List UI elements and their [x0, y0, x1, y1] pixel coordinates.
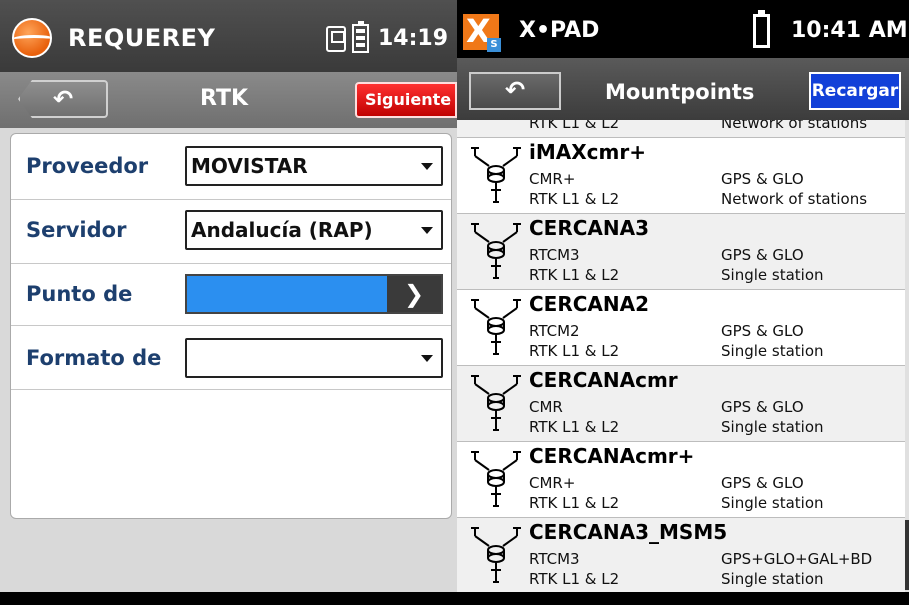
- proveedor-value: MOVISTAR: [191, 154, 308, 178]
- scrollbar[interactable]: [905, 120, 909, 592]
- antenna-icon: [471, 147, 521, 203]
- xpad-app: X•PAD 10:41 AM ↶ Mountpoints Recargar RT…: [457, 0, 909, 605]
- battery-icon: [753, 10, 770, 48]
- chevron-down-icon: [421, 227, 433, 234]
- mountpoint-type: Single station: [721, 570, 824, 588]
- rtk-form: Proveedor MOVISTAR Servidor Andalucía (R…: [10, 133, 452, 519]
- mountpoint-carrier: RTK L1 & L2: [529, 342, 620, 360]
- mountpoint-carrier: RTK L1 & L2: [529, 266, 620, 284]
- mountpoint-type: Single station: [721, 418, 824, 436]
- device-icon: [326, 26, 346, 52]
- list-item[interactable]: CERCANA3 RTCM3 GPS & GLO RTK L1 & L2 Single …: [457, 214, 905, 290]
- app-logo-icon: [12, 18, 52, 58]
- list-item[interactable]: RTK L1 & L2 Network of stations: [457, 120, 905, 138]
- page-title: RTK: [200, 86, 249, 111]
- mountpoint-type: Network of stations: [721, 190, 868, 208]
- form-row-punto: Punto de ❯: [11, 264, 451, 326]
- requerey-app: REQUEREY 14:19 ↶ RTK Siguiente Proveedor…: [0, 0, 457, 605]
- list-item[interactable]: CERCANA3_MSM5 RTCM3 GPS+GLO+GAL+BD RTK L1 &…: [457, 518, 905, 592]
- reload-button[interactable]: Recargar: [809, 72, 901, 110]
- form-row-servidor: Servidor Andalucía (RAP): [11, 200, 451, 264]
- mountpoint-name: iMAXcmr+: [529, 140, 646, 164]
- antenna-icon: [471, 527, 521, 583]
- mountpoint-list[interactable]: RTK L1 & L2 Network of stations iMAXcmr+…: [457, 120, 905, 592]
- mountpoint-systems: GPS & GLO: [721, 170, 804, 188]
- app-logo-icon: [463, 12, 501, 52]
- servidor-value: Andalucía (RAP): [191, 218, 373, 242]
- mountpoint-carrier: RTK L1 & L2: [529, 494, 620, 512]
- list-item[interactable]: CERCANA2 RTCM2 GPS & GLO RTK L1 & L2 Single …: [457, 290, 905, 366]
- page-title: Mountpoints: [605, 80, 755, 104]
- mountpoint-name: CERCANA3: [529, 216, 650, 240]
- mountpoint-systems: GPS+GLO+GAL+BD: [721, 550, 873, 568]
- mountpoint-format: RTCM3: [529, 246, 580, 264]
- list-item[interactable]: CERCANAcmr CMR GPS & GLO RTK L1 & L2 Single …: [457, 366, 905, 442]
- punto-label: Punto de: [26, 282, 133, 306]
- list-item[interactable]: CERCANAcmr+ CMR+ GPS & GLO RTK L1 & L2 Singl…: [457, 442, 905, 518]
- servidor-select[interactable]: Andalucía (RAP): [185, 210, 443, 250]
- bottom-bar: [0, 592, 457, 605]
- proveedor-select[interactable]: MOVISTAR: [185, 146, 443, 186]
- status-bar: X•PAD 10:41 AM: [457, 0, 909, 58]
- mountpoint-carrier: RTK L1 & L2: [529, 120, 620, 132]
- app-title: REQUEREY: [68, 24, 216, 52]
- chevron-right-icon[interactable]: ❯: [387, 276, 441, 312]
- mountpoint-name: CERCANA3_MSM5: [529, 520, 728, 544]
- back-icon: ↶: [504, 76, 526, 104]
- scrollbar-thumb[interactable]: [905, 520, 909, 590]
- mountpoint-name: CERCANA2: [529, 292, 650, 316]
- antenna-icon: [471, 223, 521, 279]
- back-button[interactable]: ↶: [18, 80, 108, 118]
- form-row-proveedor: Proveedor MOVISTAR: [11, 134, 451, 200]
- antenna-icon: [471, 299, 521, 355]
- app-title: X•PAD: [519, 18, 600, 43]
- servidor-label: Servidor: [26, 218, 127, 242]
- mountpoint-format: CMR: [529, 398, 563, 416]
- formato-select[interactable]: [185, 338, 443, 378]
- mountpoint-type: Single station: [721, 494, 824, 512]
- proveedor-label: Proveedor: [26, 154, 149, 178]
- mountpoint-systems: GPS & GLO: [721, 398, 804, 416]
- chevron-down-icon: [421, 355, 433, 362]
- next-button[interactable]: Siguiente: [355, 82, 457, 118]
- clock: 14:19: [378, 26, 449, 51]
- form-row-formato: Formato de: [11, 326, 451, 390]
- list-item[interactable]: iMAXcmr+ CMR+ GPS & GLO RTK L1 & L2 Network …: [457, 138, 905, 214]
- mountpoint-type: Single station: [721, 342, 824, 360]
- back-icon: ↶: [52, 85, 74, 113]
- bottom-bar: [457, 592, 909, 605]
- formato-label: Formato de: [26, 346, 162, 370]
- mountpoint-format: RTCM2: [529, 322, 580, 340]
- battery-icon: [352, 21, 369, 53]
- mountpoint-name: CERCANAcmr+: [529, 444, 695, 468]
- mountpoint-format: RTCM3: [529, 550, 580, 568]
- mountpoint-carrier: RTK L1 & L2: [529, 190, 620, 208]
- mountpoint-format: CMR+: [529, 474, 576, 492]
- nav-bar: ↶ RTK Siguiente: [0, 72, 457, 128]
- mountpoint-systems: GPS & GLO: [721, 246, 804, 264]
- mountpoint-carrier: RTK L1 & L2: [529, 418, 620, 436]
- antenna-icon: [471, 451, 521, 507]
- mountpoint-name: CERCANAcmr: [529, 368, 678, 392]
- nav-bar: ↶ Mountpoints Recargar: [457, 58, 909, 120]
- chevron-down-icon: [421, 163, 433, 170]
- antenna-icon: [471, 375, 521, 431]
- status-bar: REQUEREY 14:19: [0, 0, 457, 72]
- back-button[interactable]: ↶: [469, 72, 561, 110]
- mountpoint-type: Single station: [721, 266, 824, 284]
- mountpoint-format: CMR+: [529, 170, 576, 188]
- mountpoint-carrier: RTK L1 & L2: [529, 570, 620, 588]
- clock: 10:41 AM: [791, 18, 908, 43]
- punto-selector[interactable]: ❯: [185, 274, 443, 314]
- mountpoint-systems: GPS & GLO: [721, 322, 804, 340]
- mountpoint-systems: GPS & GLO: [721, 474, 804, 492]
- mountpoint-type: Network of stations: [721, 120, 868, 132]
